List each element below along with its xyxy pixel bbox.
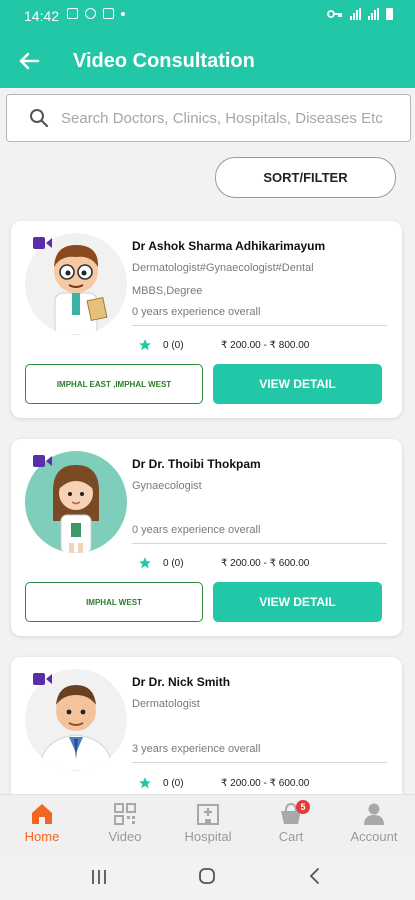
bottom-nav: Home Video Hospital 5 Cart Account [0,794,415,854]
doctor-specialty: Dermatologist [132,698,200,710]
view-detail-button[interactable]: VIEW DETAIL [213,364,382,404]
search-bar[interactable] [6,94,411,142]
doctor-name: Dr Dr. Nick Smith [132,675,231,689]
search-input[interactable] [61,105,401,131]
home-button-icon[interactable] [198,867,216,885]
doctor-experience: 3 years experience overall [132,743,261,755]
nav-label: Cart [278,829,304,844]
status-time: 14:42 [24,8,60,24]
gallery-icon [67,8,78,19]
video-consult-icon [33,455,52,467]
fee-range: ₹ 200.00 - ₹ 600.00 [221,558,310,569]
star-icon [139,777,151,789]
location-button[interactable]: IMPHAL WEST [25,582,203,622]
cart-badge: 5 [296,800,310,814]
rating-value: 0 (0) [163,340,184,351]
doctor-specialty: Gynaecologist [132,480,202,492]
doctor-specialty: Dermatologist#Gynaecologist#Dental [132,262,314,274]
doctor-card[interactable]: Dr Ashok Sharma Adhikarimayum Dermatolog… [11,221,402,418]
recent-apps-icon[interactable] [90,868,108,886]
nav-home[interactable]: Home [7,801,77,844]
notification-icons [67,8,125,19]
nav-video[interactable]: Video [90,801,160,844]
star-icon [139,339,151,351]
fee-range: ₹ 200.00 - ₹ 600.00 [221,778,310,789]
star-icon [139,557,151,569]
nav-hospital[interactable]: Hospital [173,801,243,844]
rating-value: 0 (0) [163,778,184,789]
back-button-icon[interactable] [306,867,324,885]
doctor-name: Dr Dr. Thoibi Thokpam [132,457,261,471]
doctor-card[interactable]: Dr Dr. Thoibi Thokpam Gynaecologist 0 ye… [11,439,402,636]
page-title: Video Consultation [73,50,255,72]
fee-range: ₹ 200.00 - ₹ 800.00 [221,340,310,351]
key-icon [327,10,342,18]
nav-label: Home [24,829,60,844]
nav-account[interactable]: Account [339,801,409,844]
nav-label: Hospital [184,829,232,844]
search-icon [30,109,49,128]
system-icons [327,8,393,20]
music-icon [85,8,96,19]
back-arrow-icon[interactable] [16,48,42,74]
doctor-degree: MBBS,Degree [132,285,203,297]
qr-video-icon [114,803,136,825]
home-icon [32,804,52,824]
nav-label: Account [350,829,398,844]
nav-label: Video [108,829,142,844]
divider [132,762,387,763]
battery-icon [386,8,393,20]
more-notifications-icon [121,11,125,16]
location-button[interactable]: IMPHAL EAST ,IMPHAL WEST [25,364,203,404]
app-bar: 14:42 Video Consultation [0,0,415,88]
doctor-experience: 0 years experience overall [132,306,261,318]
video-consult-icon [33,237,52,249]
nav-cart[interactable]: 5 Cart [256,800,326,844]
doctor-card[interactable]: Dr Dr. Nick Smith Dermatologist 3 years … [11,657,402,807]
divider [132,325,387,326]
signal-icon [350,8,361,20]
divider [132,543,387,544]
signal-icon-2 [368,8,379,20]
doctor-experience: 0 years experience overall [132,524,261,536]
view-detail-button[interactable]: VIEW DETAIL [213,582,382,622]
video-consult-icon [33,673,52,685]
rating-value: 0 (0) [163,558,184,569]
account-icon [364,803,384,825]
sim-icon [103,8,114,19]
status-bar: 14:42 [0,0,415,32]
sort-filter-button[interactable]: SORT/FILTER [215,157,396,198]
doctor-name: Dr Ashok Sharma Adhikarimayum [132,239,326,253]
hospital-icon [197,804,219,825]
system-nav-bar [0,854,415,900]
